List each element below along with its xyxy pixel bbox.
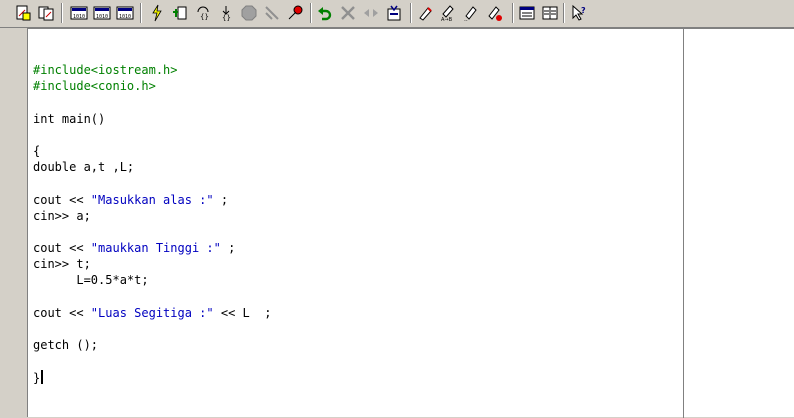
svg-text:1010: 1010 [73, 14, 85, 20]
text-cursor [41, 369, 44, 384]
toolbar-separator [140, 3, 142, 23]
new-file-icon[interactable] [12, 2, 34, 24]
code-line: #include<conio.h> [33, 79, 156, 94]
close-icon[interactable] [337, 2, 359, 24]
toolbar-group-help: ? [568, 2, 591, 24]
code-line: cout << "Masukkan alas :" ; [33, 192, 229, 207]
code-line: { [33, 143, 41, 158]
code-line: getch (); [33, 338, 99, 353]
svg-text:A→B: A→B [441, 17, 453, 22]
svg-text:{}: {} [222, 14, 231, 22]
right-margin-line [683, 29, 684, 418]
open-file-icon[interactable] [35, 2, 57, 24]
columns-icon[interactable] [539, 2, 561, 24]
split-icon[interactable] [360, 2, 382, 24]
code-text[interactable]: #include<iostream.h> #include<conio.h> int… [33, 62, 271, 386]
toolbar-separator [61, 3, 63, 23]
toolbar-separator [512, 3, 514, 23]
code-editor[interactable]: #include<iostream.h> #include<conio.h> int… [27, 28, 794, 418]
code-line: cout << "Luas Segitiga :" << L ; [33, 305, 272, 320]
mark-icon[interactable] [414, 2, 436, 24]
toolbar-group-compile: 1010 1010 1010 [68, 2, 137, 24]
rebuild-icon[interactable]: 1010 [114, 2, 136, 24]
step-over-icon[interactable]: {} [192, 2, 214, 24]
toolbar-group-search: A→B .. [414, 2, 506, 24]
toolbar-group-file [12, 2, 58, 24]
svg-text:?: ? [581, 6, 586, 15]
svg-text:{}: {} [200, 13, 209, 21]
lightning-icon[interactable] [146, 2, 168, 24]
find-icon[interactable] [383, 2, 405, 24]
undo-icon[interactable] [314, 2, 336, 24]
svg-text:1010: 1010 [96, 14, 108, 20]
svg-text:..: .. [464, 16, 468, 22]
stop-icon[interactable] [238, 2, 260, 24]
toolbar: 1010 1010 1010 {} {} A→B .. ? [0, 0, 794, 28]
step-into-icon[interactable]: {} [215, 2, 237, 24]
debug-icon[interactable] [169, 2, 191, 24]
code-line: } [33, 369, 271, 386]
code-line: int main() [33, 111, 106, 126]
breakpoint-icon[interactable] [284, 2, 306, 24]
toolbar-separator [563, 3, 565, 23]
toggle-icon[interactable] [483, 2, 505, 24]
toolbar-group-edit [314, 2, 406, 24]
code-line: #include<iostream.h> [33, 63, 178, 77]
window-icon[interactable] [516, 2, 538, 24]
toolbar-group-debug: {} {} [146, 2, 307, 24]
editor-frame: #include<iostream.h> #include<conio.h> int… [10, 28, 794, 418]
toolbar-separator [310, 3, 312, 23]
svg-text:1010: 1010 [119, 14, 131, 20]
find-next-icon[interactable]: .. [460, 2, 482, 24]
replace-icon[interactable]: A→B [437, 2, 459, 24]
toolbar-group-view [516, 2, 562, 24]
compile-icon[interactable]: 1010 [68, 2, 90, 24]
run-to-cursor-icon[interactable] [261, 2, 283, 24]
code-line: double a,t ,L; [33, 160, 135, 175]
code-line: cout << "maukkan Tinggi :" ; [33, 241, 236, 256]
code-line: L=0.5*a*t; [33, 273, 149, 288]
code-line: cin>> t; [33, 257, 91, 272]
toolbar-separator [410, 3, 412, 23]
help-icon[interactable]: ? [568, 2, 590, 24]
compile-run-icon[interactable]: 1010 [91, 2, 113, 24]
code-line: cin>> a; [33, 208, 91, 223]
